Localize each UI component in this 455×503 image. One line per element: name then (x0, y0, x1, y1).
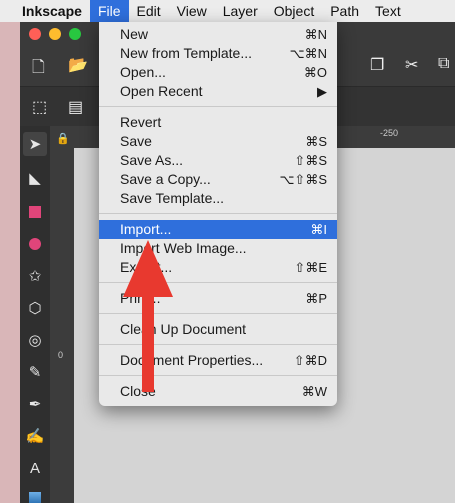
file-menu-item-new[interactable]: New ⌘N (99, 25, 337, 44)
menu-item-label: Open... (120, 64, 166, 80)
menu-object[interactable]: Object (266, 0, 322, 22)
file-menu-item-export[interactable]: Export... ⇧⌘E (99, 258, 337, 277)
file-menu-item-save-as[interactable]: Save As... ⇧⌘S (99, 151, 337, 170)
scissors-icon[interactable]: ✂ (405, 55, 418, 75)
file-menu-item-save[interactable]: Save ⌘S (99, 132, 337, 151)
file-menu-item-open[interactable]: Open... ⌘O (99, 63, 337, 82)
menu-item-shortcut: ⌥⌘N (289, 46, 327, 61)
menu-item-shortcut: ⌘W (301, 384, 327, 399)
menu-separator (99, 375, 337, 376)
file-menu-item-save-a-copy[interactable]: Save a Copy... ⌥⇧⌘S (99, 170, 337, 189)
file-menu-item-document-properties[interactable]: Document Properties... ⇧⌘D (99, 351, 337, 370)
spiral-tool-icon[interactable]: ◎ (23, 328, 47, 352)
menu-item-shortcut: ⌘I (310, 222, 327, 237)
menu-separator (99, 344, 337, 345)
menu-separator (99, 106, 337, 107)
menu-item-label: Save a Copy... (120, 171, 211, 187)
app-menu-inkscape[interactable]: Inkscape (18, 3, 90, 19)
selector-tool-icon[interactable]: ➤ (23, 132, 47, 156)
pen-tool-icon[interactable]: ✒ (23, 392, 47, 416)
new-document-icon[interactable]: 🗋 (32, 56, 45, 83)
menu-item-label: New from Template... (120, 45, 253, 61)
ellipse-tool-icon[interactable] (23, 232, 47, 256)
menu-file[interactable]: File (89, 0, 129, 22)
menu-item-label: Clean Up Document (120, 321, 247, 337)
menu-item-label: Revert (120, 114, 162, 130)
zoom-window-button[interactable] (69, 28, 81, 40)
menu-separator (99, 313, 337, 314)
menu-layer[interactable]: Layer (215, 0, 266, 22)
file-menu-item-open-recent[interactable]: Open Recent ▶ (99, 82, 337, 101)
menu-item-label: Document Properties... (120, 352, 264, 368)
menu-path[interactable]: Path (322, 0, 367, 22)
menu-item-label: Save Template... (120, 190, 225, 206)
menu-text[interactable]: Text (367, 0, 409, 22)
gradient-tool-icon[interactable] (23, 486, 47, 503)
file-menu-item-revert[interactable]: Revert (99, 113, 337, 132)
star-tool-icon[interactable]: ✩ (23, 264, 47, 288)
file-menu-item-import-web-image[interactable]: Import Web Image... (99, 239, 337, 258)
file-menu-dropdown: New ⌘N New from Template... ⌥⌘N Open... ⌘O Ope… (99, 22, 337, 406)
3d-box-tool-icon[interactable]: ⬡ (23, 296, 47, 320)
menu-separator (99, 282, 337, 283)
copy-icon[interactable]: ⧉ (438, 55, 449, 73)
macos-menu-bar: Inkscape File Edit View Layer Object Pat… (0, 0, 455, 22)
menu-item-label: Open Recent (120, 83, 203, 99)
calligraphy-tool-icon[interactable]: ✍ (23, 424, 47, 448)
menu-item-label: Save (120, 133, 152, 149)
menu-edit[interactable]: Edit (129, 0, 169, 22)
menu-item-label: Import Web Image... (120, 240, 247, 256)
menu-item-shortcut: ⌘P (305, 291, 327, 306)
minimize-window-button[interactable] (49, 28, 61, 40)
menu-separator (99, 213, 337, 214)
menu-item-label: Import... (120, 221, 172, 237)
menu-item-shortcut: ⌘N (304, 27, 327, 42)
menu-view[interactable]: View (169, 0, 215, 22)
menu-item-label: Export... (120, 259, 173, 275)
menu-item-shortcut: ⌘S (305, 134, 327, 149)
node-tool-icon[interactable]: ◣ (23, 166, 47, 190)
duplicate-icon[interactable]: ❐ (370, 55, 384, 75)
desktop-background (0, 22, 20, 503)
pencil-tool-icon[interactable]: ✎ (23, 360, 47, 384)
file-menu-item-print[interactable]: Print... ⌘P (99, 289, 337, 308)
menu-item-label: Print... (120, 290, 161, 306)
vertical-ruler-label: 0 (58, 350, 64, 360)
menu-item-label: Close (120, 383, 156, 399)
menu-item-label: Save As... (120, 152, 184, 168)
file-menu-item-save-template[interactable]: Save Template... (99, 189, 337, 208)
file-menu-item-close[interactable]: Close ⌘W (99, 382, 337, 401)
file-menu-item-clean-up-document[interactable]: Clean Up Document (99, 320, 337, 339)
text-tool-icon[interactable]: A (23, 456, 47, 480)
menu-item-shortcut: ⇧⌘E (294, 260, 327, 275)
menu-item-shortcut: ⌘O (303, 65, 327, 80)
menu-item-shortcut: ⇧⌘S (294, 153, 327, 168)
select-all-icon[interactable]: ⬚ (32, 97, 47, 117)
menu-item-shortcut: ⇧⌘D (293, 353, 327, 368)
menu-item-label: New (120, 26, 149, 42)
file-menu-item-import[interactable]: Import... ⌘I (99, 220, 337, 239)
open-folder-icon[interactable]: 📂 (68, 55, 88, 75)
close-window-button[interactable] (29, 28, 41, 40)
vertical-ruler: 0 (50, 126, 74, 503)
file-menu-item-new-from-template[interactable]: New from Template... ⌥⌘N (99, 44, 337, 63)
lock-guides-icon[interactable]: 🔒 (56, 132, 70, 146)
select-all-layers-icon[interactable]: ▤ (68, 97, 83, 117)
submenu-arrow-icon: ▶ (317, 84, 327, 99)
toolbox: ➤ ◣ ✩ ⬡ ◎ ✎ ✒ ✍ A (20, 126, 50, 503)
horizontal-ruler-label: -250 (380, 128, 399, 138)
menu-item-shortcut: ⌥⇧⌘S (279, 172, 327, 187)
rectangle-tool-icon[interactable] (23, 200, 47, 224)
